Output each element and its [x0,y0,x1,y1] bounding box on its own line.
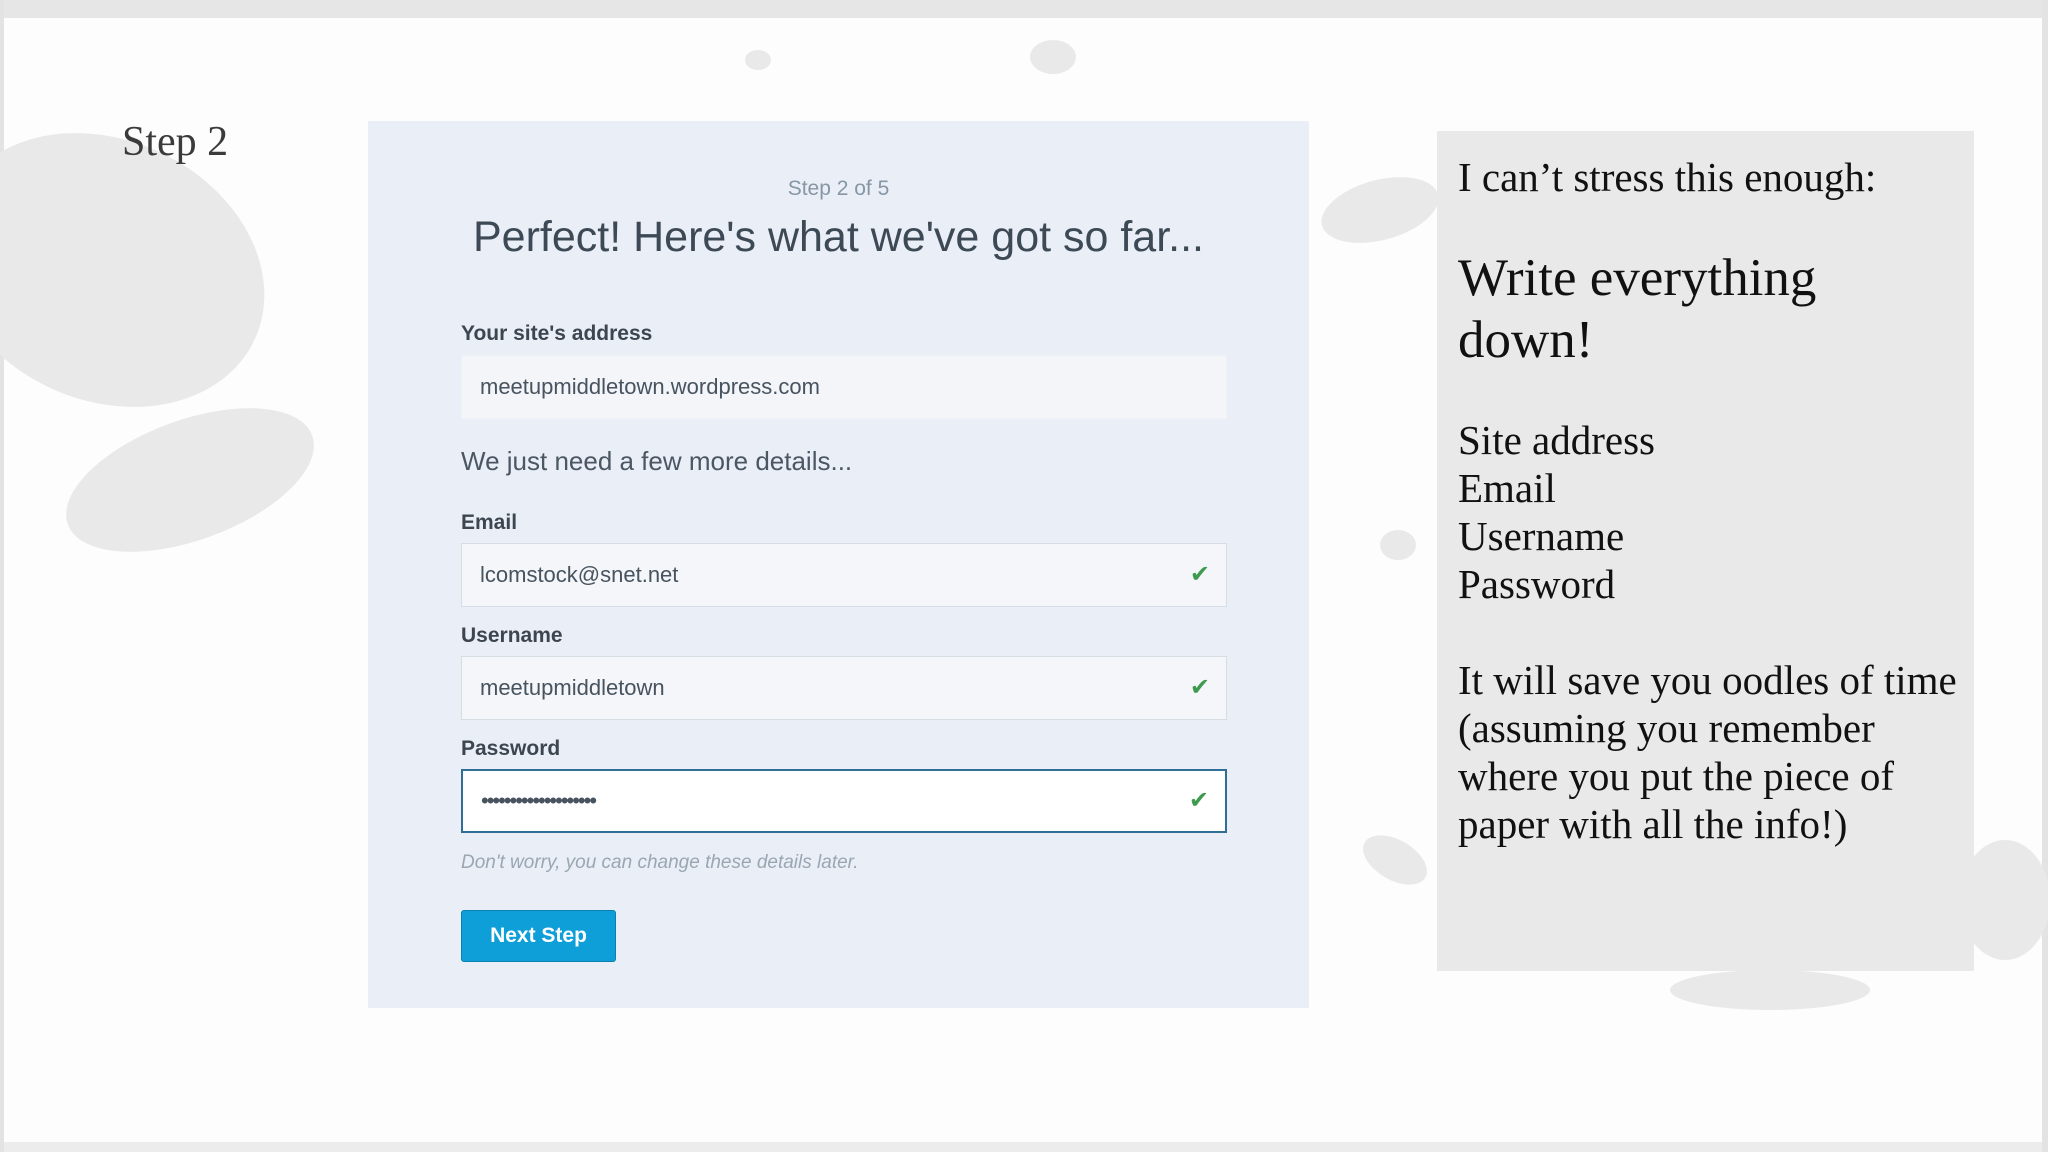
password-field[interactable]: •••••••••••••••••••• ✔ [461,769,1227,833]
notes-emphasis: Write everything down! [1458,249,1817,369]
email-label: Email [461,511,518,534]
checklist-item: Username [1458,513,1625,559]
next-step-button[interactable]: Next Step [461,910,616,962]
notes-intro: I can’t stress this enough: [1458,154,1877,200]
site-address-field[interactable]: meetupmiddletown.wordpress.com [461,355,1227,419]
paint-band-top [0,0,2048,18]
paint-splash [745,50,771,70]
slide: Step 2 Step 2 of 5 Perfect! Here's what … [0,0,2048,1152]
username-value: meetupmiddletown [480,675,665,700]
password-label: Password [461,737,561,760]
paint-splash [47,379,333,581]
notes-checklist: Site address Email Username Password [1458,416,1655,608]
checkmark-icon: ✔ [1188,787,1209,814]
email-field[interactable]: lcomstock@snet.net ✔ [461,543,1227,607]
form-headline: Perfect! Here's what we've got so far... [472,213,1205,261]
paint-band-bottom [0,1142,2048,1152]
notes-box: I can’t stress this enough: Write everyt… [1437,131,1974,971]
username-field[interactable]: meetupmiddletown ✔ [461,656,1227,720]
checklist-item: Email [1458,465,1556,511]
slide-step-title: Step 2 [122,119,229,165]
email-value: lcomstock@snet.net [480,562,679,587]
paint-splash [1030,40,1076,74]
checklist-item: Password [1458,561,1616,607]
paint-band-right [2042,0,2048,1152]
signup-form-panel: Step 2 of 5 Perfect! Here's what we've g… [368,121,1309,1008]
site-address-label: Your site's address [461,322,653,345]
paint-splash [1380,530,1416,560]
checkmark-icon: ✔ [1189,561,1210,588]
site-address-value: meetupmiddletown.wordpress.com [480,374,820,399]
paint-splash [1354,825,1436,895]
password-value: •••••••••••••••••••• [481,788,597,813]
change-details-hint: Don't worry, you can change these detail… [461,852,859,873]
checkmark-icon: ✔ [1189,674,1210,701]
paint-splash [1314,165,1446,255]
notes-closing: It will save you oodles of time (assumin… [1458,657,1957,847]
paint-splash [1670,970,1870,1010]
username-label: Username [461,624,563,647]
step-counter: Step 2 of 5 [787,177,890,200]
checklist-item: Site address [1458,417,1655,463]
more-details-text: We just need a few more details... [461,446,853,476]
